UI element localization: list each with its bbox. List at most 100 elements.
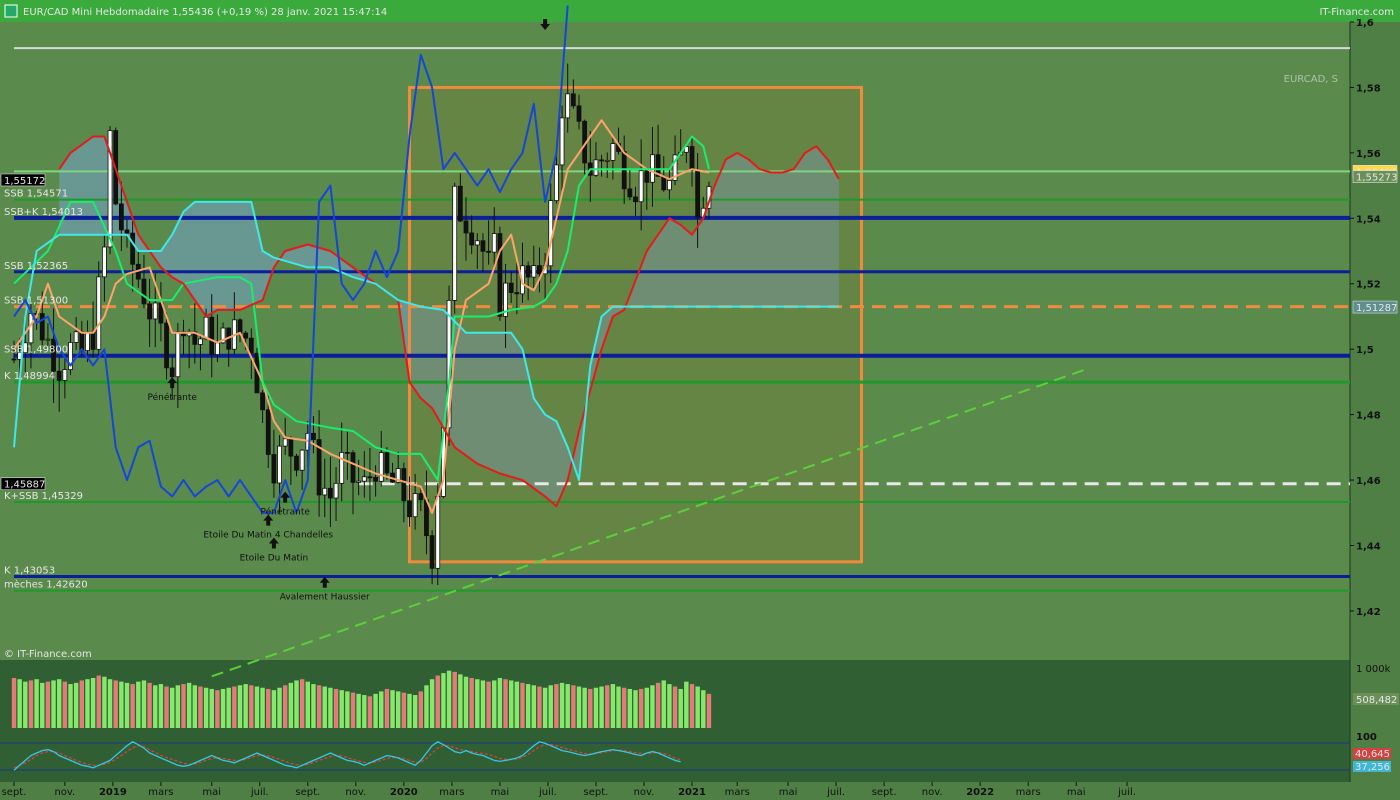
volume-bar xyxy=(339,690,344,728)
level-label-5: K 1,48994 xyxy=(4,371,55,382)
volume-bar xyxy=(480,680,486,728)
volume-bar xyxy=(469,677,474,728)
chart-icon xyxy=(4,4,18,18)
candle-body xyxy=(299,449,305,471)
candle-body xyxy=(689,146,695,171)
volume-bar xyxy=(316,685,322,728)
volume-bar xyxy=(153,685,158,728)
volume-bar xyxy=(215,690,220,728)
candle-body xyxy=(130,232,136,265)
volume-bar xyxy=(45,681,51,728)
volume-bar xyxy=(379,691,384,728)
candle-body xyxy=(198,338,203,345)
volume-bar xyxy=(260,687,265,728)
volume-bar xyxy=(576,686,582,728)
volume-bar xyxy=(130,684,135,728)
volume-bar xyxy=(655,682,661,728)
volume-bar xyxy=(435,675,440,728)
candle-body xyxy=(554,164,559,201)
volume-bar xyxy=(695,686,700,728)
candle-body xyxy=(282,438,288,447)
candle-body xyxy=(327,487,333,499)
volume-bar xyxy=(333,688,339,728)
chart-window: EUR/CAD Mini Hebdomadaire 1,55436 (+0,19… xyxy=(0,0,1400,800)
volume-bar xyxy=(203,687,209,728)
candle-body xyxy=(401,468,407,502)
candle-body xyxy=(469,232,475,246)
candle-body xyxy=(243,332,249,339)
x-tick-label-13: nov. xyxy=(634,787,655,798)
price-chart[interactable]: EUR/CAD Mini Hebdomadaire 1,55436 (+0,19… xyxy=(0,0,1400,800)
pattern-label-0: Pénétrante xyxy=(147,392,197,403)
volume-bar xyxy=(96,675,101,728)
candle-body xyxy=(367,476,373,479)
y-tick-label-0: 1,6 xyxy=(1356,18,1374,29)
candle-body xyxy=(565,93,571,119)
range-box[interactable] xyxy=(408,85,863,564)
volume-bar xyxy=(565,684,570,728)
volume-bar xyxy=(362,695,367,728)
candle-body xyxy=(667,180,672,191)
candle-body xyxy=(559,117,565,166)
candle-body xyxy=(356,480,362,483)
x-tick-label-2: 2019 xyxy=(99,787,127,798)
volume-bar xyxy=(401,692,407,728)
level-label-0: SSB 1,54571 xyxy=(4,189,68,200)
candle-body xyxy=(203,316,209,340)
candle-body xyxy=(350,452,356,483)
volume-bar xyxy=(554,684,559,728)
candle-body xyxy=(322,487,328,496)
volume-bar xyxy=(28,680,34,728)
volume-bar xyxy=(271,690,277,728)
volume-bar xyxy=(23,681,28,728)
x-tick-label-21: mars xyxy=(1016,787,1041,798)
candle-body xyxy=(384,452,390,474)
candle-body xyxy=(237,319,243,334)
y-tick-label-5: 1,5 xyxy=(1356,345,1374,356)
candle-body xyxy=(73,331,79,343)
volume-bar xyxy=(441,673,446,728)
volume-bar xyxy=(559,682,565,728)
volume-bar xyxy=(475,679,480,728)
y-tick-label-9: 1,42 xyxy=(1356,607,1381,618)
level-label-2: SSB 1,52365 xyxy=(4,261,68,272)
volume-bar xyxy=(633,690,638,728)
candle-body xyxy=(260,392,266,411)
volume-bar xyxy=(429,679,435,728)
volume-bar xyxy=(51,680,56,728)
volume-bar xyxy=(446,670,452,728)
candle-body xyxy=(480,240,486,252)
volume-bar xyxy=(328,687,333,728)
candle-body xyxy=(435,495,441,569)
volume-bar xyxy=(40,682,45,728)
osc-a-label: 40,645 xyxy=(1355,749,1390,760)
candle-body xyxy=(102,246,107,278)
volume-bar xyxy=(678,688,683,728)
candle-body xyxy=(164,322,169,369)
price-box-text-1: 1,45887 xyxy=(4,480,45,491)
volume-bar xyxy=(356,693,361,728)
x-tick-label-14: 2021 xyxy=(678,787,706,798)
candle-body xyxy=(11,358,17,361)
candle-body xyxy=(288,438,294,457)
volume-last-label: 508,482 xyxy=(1356,695,1397,706)
candle-body xyxy=(610,143,616,161)
candle-body xyxy=(491,233,497,253)
y-tick-label-2: 1,56 xyxy=(1356,149,1381,160)
volume-bar xyxy=(503,679,508,728)
pattern-label-2: Etoile Du Matin 4 Chandelles xyxy=(203,531,333,541)
volume-bar xyxy=(254,686,260,728)
candle-body xyxy=(508,282,514,293)
candle-body xyxy=(39,313,45,341)
volume-bar xyxy=(17,679,22,728)
volume-bar xyxy=(509,680,514,728)
volume-bar xyxy=(345,691,350,728)
volume-bar xyxy=(622,687,627,728)
candle-body xyxy=(497,233,503,317)
x-tick-label-3: mars xyxy=(148,787,173,798)
volume-bar xyxy=(463,676,469,728)
volume-bar xyxy=(136,681,141,728)
volume-bar xyxy=(141,680,147,728)
volume-bar xyxy=(85,679,90,728)
chart-title: EUR/CAD Mini Hebdomadaire 1,55436 (+0,19… xyxy=(23,7,387,18)
